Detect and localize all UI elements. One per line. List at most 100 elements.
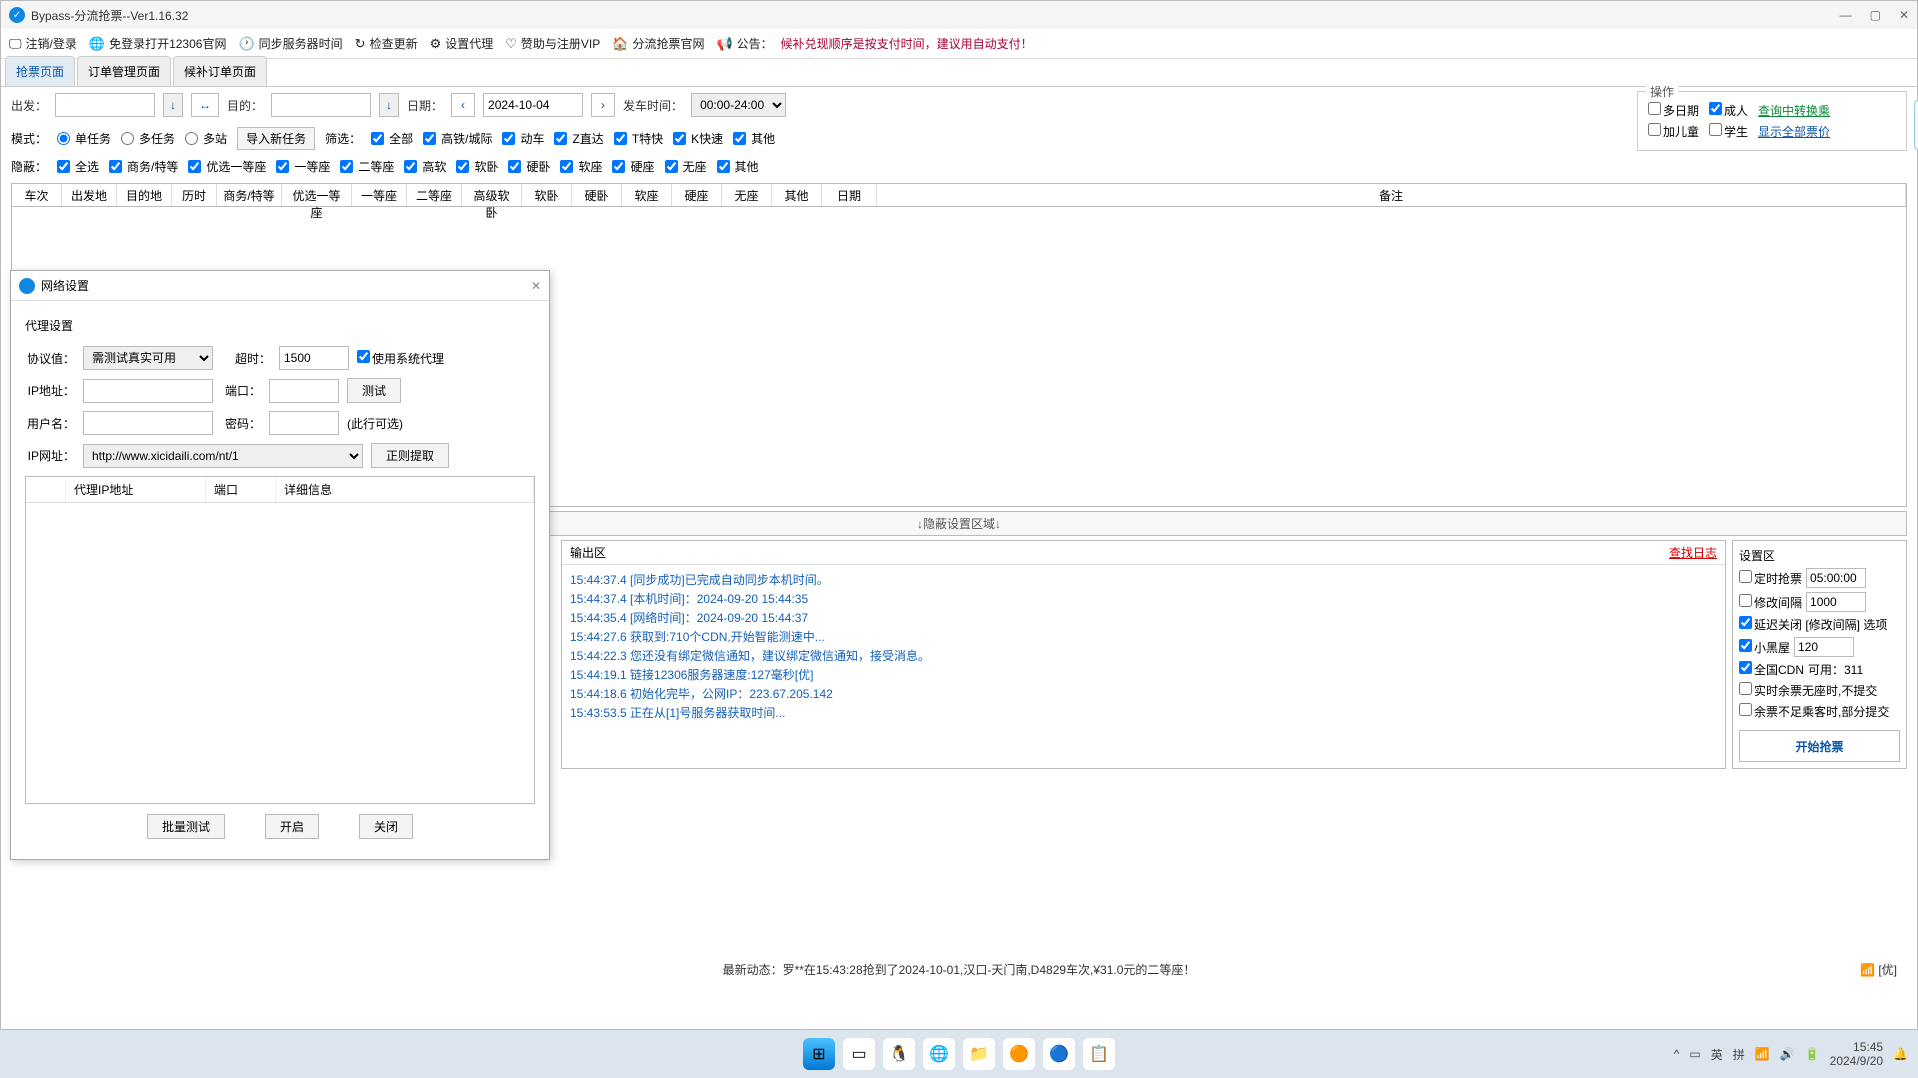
mode-single[interactable]: 单任务 <box>57 130 111 147</box>
hide-yingzuo[interactable]: 硬座 <box>612 158 654 175</box>
regex-extract-button[interactable]: 正则提取 <box>371 443 449 468</box>
hide-ruanzuo[interactable]: 软座 <box>560 158 602 175</box>
filter-dongche[interactable]: 动车 <box>502 130 544 147</box>
hide-ruanwo[interactable]: 软卧 <box>456 158 498 175</box>
menu-official[interactable]: 🏠分流抢票官网 <box>612 35 704 52</box>
date-next[interactable]: › <box>591 93 615 117</box>
date-input[interactable] <box>483 93 583 117</box>
batch-test-button[interactable]: 批量测试 <box>147 814 225 839</box>
use-sys-proxy[interactable]: 使用系统代理 <box>357 350 444 367</box>
minimize-button[interactable]: — <box>1840 8 1852 22</box>
log-line: 15:44:19.1 链接12306服务器速度:127毫秒[优] <box>570 666 1717 683</box>
menu-checkupdate[interactable]: ↻检查更新 <box>355 35 418 52</box>
taskview-icon[interactable]: ▭ <box>843 1038 875 1070</box>
filter-all[interactable]: 全部 <box>371 130 413 147</box>
to-input[interactable] <box>271 93 371 117</box>
ops-adult[interactable]: 成人 <box>1709 102 1748 119</box>
timeout-input[interactable] <box>279 346 349 370</box>
tray-lang2[interactable]: 拼 <box>1733 1046 1745 1063</box>
to-dropdown[interactable]: ↓ <box>379 93 399 117</box>
menu-synctime[interactable]: 🕐同步服务器时间 <box>238 35 342 52</box>
test-button[interactable]: 测试 <box>347 378 401 403</box>
tray-wifi-icon[interactable]: 📶 <box>1755 1047 1770 1061</box>
pwd-input[interactable] <box>269 411 339 435</box>
ops-multidate[interactable]: 多日期 <box>1648 102 1699 119</box>
tray-clock[interactable]: 15:45 2024/9/20 <box>1830 1040 1883 1069</box>
set-timed-val[interactable] <box>1806 568 1866 588</box>
hide-pref1[interactable]: 优选一等座 <box>188 158 266 175</box>
proto-select[interactable]: 需测试真实可用 <box>83 346 213 370</box>
tray-battery-icon[interactable]: 🔋 <box>1805 1047 1820 1061</box>
hide-1st[interactable]: 一等座 <box>276 158 330 175</box>
set-partial[interactable]: 余票不足乘客时,部分提交 <box>1739 703 1889 720</box>
menu-open12306[interactable]: 🌐免登录打开12306官网 <box>89 35 227 52</box>
hide-yingwo[interactable]: 硬卧 <box>508 158 550 175</box>
start-grab-button[interactable]: 开始抢票 <box>1739 730 1900 762</box>
hide-wuzuo[interactable]: 无座 <box>665 158 707 175</box>
tray-chevron-icon[interactable]: ^ <box>1674 1047 1680 1061</box>
menu-vip[interactable]: ♡赞助与注册VIP <box>505 35 600 52</box>
qq-icon[interactable]: 🐧 <box>883 1038 915 1070</box>
filter-z[interactable]: Z直达 <box>554 130 603 147</box>
set-delay[interactable]: 延迟关闭 [修改间隔] 选项 <box>1739 616 1887 633</box>
set-blackroom[interactable]: 小黑屋 <box>1739 639 1790 656</box>
filter-t[interactable]: T特快 <box>614 130 663 147</box>
col-duration: 历时 <box>172 184 217 206</box>
tray-desktop-icon[interactable]: ▭ <box>1689 1047 1700 1061</box>
enable-button[interactable]: 开启 <box>265 814 319 839</box>
swap-button[interactable]: ↔ <box>191 93 219 117</box>
set-cdn[interactable]: 全国CDN <box>1739 661 1804 678</box>
port-input[interactable] <box>269 379 339 403</box>
from-dropdown[interactable]: ↓ <box>163 93 183 117</box>
app5-icon[interactable]: 🟠 <box>1003 1038 1035 1070</box>
time-select[interactable]: 00:00-24:00 <box>691 93 786 117</box>
mode-multistation[interactable]: 多站 <box>185 130 227 147</box>
view-log-link[interactable]: 查找日志 <box>1669 544 1717 561</box>
tab-waitlist[interactable]: 候补订单页面 <box>173 56 267 86</box>
filter-k[interactable]: K快速 <box>673 130 723 147</box>
menu-setproxy[interactable]: ⚙设置代理 <box>430 35 494 52</box>
hide-other[interactable]: 其他 <box>717 158 759 175</box>
set-interval-val[interactable] <box>1806 592 1866 612</box>
start-button[interactable]: ⊞ <box>803 1038 835 1070</box>
mode-multi[interactable]: 多任务 <box>121 130 175 147</box>
query-button[interactable]: 查询车票 <box>1914 100 1918 150</box>
tab-grab[interactable]: 抢票页面 <box>5 56 75 86</box>
set-blackroom-val[interactable] <box>1794 637 1854 657</box>
tray-lang1[interactable]: 英 <box>1711 1046 1723 1063</box>
from-input[interactable] <box>55 93 155 117</box>
import-task-button[interactable]: 导入新任务 <box>237 127 315 150</box>
ops-child[interactable]: 加儿童 <box>1648 123 1699 140</box>
col-rw: 软卧 <box>522 184 572 206</box>
hide-gaoruan[interactable]: 高软 <box>404 158 446 175</box>
dialog-close-button[interactable]: ✕ <box>531 279 541 293</box>
url-select[interactable]: http://www.xicidaili.com/nt/1 <box>83 444 363 468</box>
bypass-taskbar-icon[interactable]: 🔵 <box>1043 1038 1075 1070</box>
set-timed[interactable]: 定时抢票 <box>1739 570 1802 587</box>
date-prev[interactable]: ‹ <box>451 93 475 117</box>
set-noseat[interactable]: 实时余票无座时,不提交 <box>1739 682 1877 699</box>
ip-input[interactable] <box>83 379 213 403</box>
window-title: Bypass-分流抢票--Ver1.16.32 <box>31 7 1840 24</box>
hide-business[interactable]: 商务/特等 <box>109 158 178 175</box>
dialog-icon <box>19 278 35 294</box>
ops-transfer-link[interactable]: 查询中转换乘 <box>1758 102 1830 119</box>
tray-volume-icon[interactable]: 🔊 <box>1780 1047 1795 1061</box>
close-button[interactable]: ✕ <box>1899 8 1909 22</box>
filter-other[interactable]: 其他 <box>733 130 775 147</box>
ops-student[interactable]: 学生 <box>1709 123 1748 140</box>
explorer-icon[interactable]: 📁 <box>963 1038 995 1070</box>
disable-button[interactable]: 关闭 <box>359 814 413 839</box>
ops-showall-link[interactable]: 显示全部票价 <box>1758 123 1830 140</box>
filter-gaotie[interactable]: 高铁/城际 <box>423 130 492 147</box>
hide-2nd[interactable]: 二等座 <box>340 158 394 175</box>
hide-all[interactable]: 全选 <box>57 158 99 175</box>
app7-icon[interactable]: 📋 <box>1083 1038 1115 1070</box>
tab-orders[interactable]: 订单管理页面 <box>77 56 171 86</box>
maximize-button[interactable]: ▢ <box>1870 8 1881 22</box>
user-input[interactable] <box>83 411 213 435</box>
tray-notification-icon[interactable]: 🔔 <box>1893 1047 1908 1061</box>
edge-icon[interactable]: 🌐 <box>923 1038 955 1070</box>
menu-login[interactable]: 🖵注销/登录 <box>9 35 77 52</box>
set-interval[interactable]: 修改间隔 <box>1739 594 1802 611</box>
